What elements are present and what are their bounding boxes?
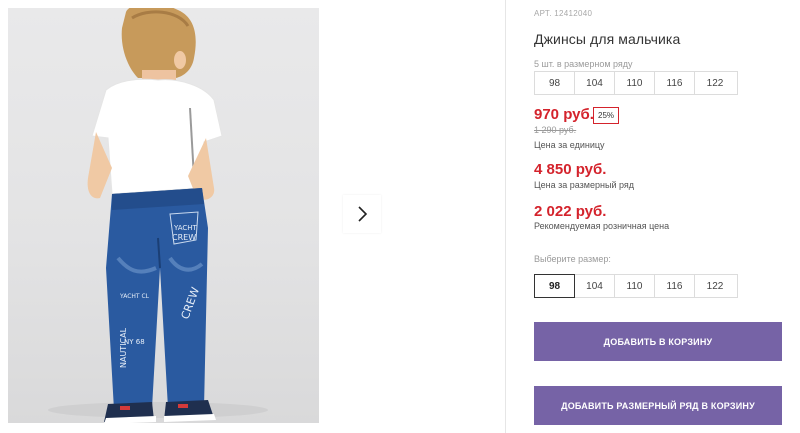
- unit-price: 970 руб.: [534, 106, 594, 123]
- print-text-ny: NY 68: [124, 338, 145, 346]
- print-text-yacht: YACHT: [173, 224, 198, 232]
- panel-divider: [505, 0, 506, 433]
- product-photo[interactable]: YACHT CREW NAUTICAL CREW YACHT CL NY 68: [8, 8, 319, 423]
- add-to-cart-button[interactable]: ДОБАВИТЬ В КОРЗИНУ: [534, 322, 782, 361]
- old-price: 1 290 руб.: [534, 125, 577, 135]
- size-row-item: 116: [655, 72, 695, 94]
- size-row-item: 98: [535, 72, 575, 94]
- size-row-price-caption: Цена за размерный ряд: [534, 180, 635, 190]
- retail-price: 2 022 руб.: [534, 203, 607, 220]
- size-option-122[interactable]: 122: [695, 275, 735, 297]
- size-row-list: 98 104 110 116 122: [534, 71, 738, 95]
- add-size-row-to-cart-button[interactable]: ДОБАВИТЬ РАЗМЕРНЫЙ РЯД В КОРЗИНУ: [534, 386, 782, 425]
- size-row-item: 110: [615, 72, 655, 94]
- unit-price-caption: Цена за единицу: [534, 140, 605, 150]
- chevron-right-icon: [358, 206, 368, 222]
- size-row-item: 122: [706, 77, 724, 89]
- size-option-104[interactable]: 104: [575, 275, 615, 297]
- size-option-110[interactable]: 110: [615, 275, 655, 297]
- size-row-caption: 5 шт. в размерном ряду: [534, 59, 633, 69]
- print-text-nautical: NAUTICAL: [119, 327, 128, 368]
- choose-size-label: Выберите размер:: [534, 254, 611, 264]
- product-title: Джинсы для мальчика: [534, 31, 681, 47]
- size-option-98[interactable]: 98: [534, 274, 575, 298]
- retail-price-caption: Рекомендуемая розничная цена: [534, 221, 670, 231]
- print-text-yacht-club: YACHT CL: [119, 293, 150, 300]
- discount-badge: 25%: [593, 107, 620, 124]
- size-option-116[interactable]: 116: [655, 275, 695, 297]
- gallery-next-button[interactable]: [343, 195, 381, 233]
- boy-in-jeans-illustration: YACHT CREW NAUTICAL CREW YACHT CL NY 68: [48, 8, 268, 423]
- print-text-crew: CREW: [172, 233, 196, 242]
- size-selector: 98 104 110 116 122: [534, 274, 738, 298]
- size-row-price: 4 850 руб.: [534, 161, 607, 178]
- product-gallery: YACHT CREW NAUTICAL CREW YACHT CL NY 68: [0, 0, 505, 433]
- article-number: АРТ. 12412040: [534, 9, 593, 18]
- size-row-item: 104: [575, 72, 615, 94]
